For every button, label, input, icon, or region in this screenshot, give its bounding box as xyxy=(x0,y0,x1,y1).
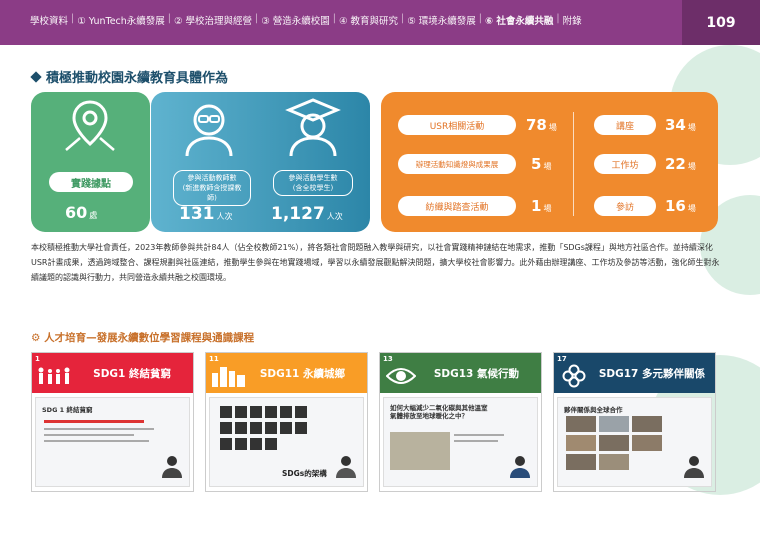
activity-label-exhibit: 辦理活動知識燈與成果展 xyxy=(398,154,516,174)
activity-label-visit: 參訪 xyxy=(594,196,656,216)
course-title: SDG13 氣候行動 xyxy=(433,367,519,380)
student-count: 1,127 人次 xyxy=(271,204,343,224)
page-number: 109 xyxy=(682,0,760,45)
section-title: 積極推動校園永續教育具體作為 xyxy=(30,67,229,86)
sdg-number: 17 xyxy=(557,355,567,363)
course-title: SDG17 多元夥伴關係 xyxy=(598,367,705,380)
nav-item-governance[interactable]: ② 學校治理與經營 xyxy=(174,13,252,27)
nav-item-campus[interactable]: ③ 營造永續校園 xyxy=(261,13,330,27)
slide-line xyxy=(454,440,498,442)
chapter-nav: 學校資料 | ① YunTech永續發展 | ② 學校治理與經營 | ③ 營造永續校園… xyxy=(30,13,582,27)
nav-item-social-active[interactable]: ⑥ 社會永續共融 xyxy=(485,13,553,27)
slide-caption: SDGs的架構 xyxy=(282,469,327,478)
field-stat-box: 實踐據點 60 處 xyxy=(31,92,150,232)
slide-line xyxy=(44,428,154,430)
course-header: 17 SDG17 多元夥伴關係 xyxy=(554,353,715,393)
slide-line xyxy=(44,440,149,442)
course-card-sdg11[interactable]: 11 SDG11 永續城鄉 SDGs的架構 xyxy=(205,352,368,492)
course-header: 1 SDG1 終結貧窮 xyxy=(32,353,193,393)
activity-value-workshop: 22 場 xyxy=(665,155,696,173)
nav-item-appendix[interactable]: 附錄 xyxy=(563,13,582,27)
course-header: 11 SDG11 永續城鄉 xyxy=(206,353,367,393)
activity-label-usr: USR相關活動 xyxy=(398,115,516,135)
course-slide-thumbnail: SDG 1 終結貧窮 xyxy=(35,397,190,487)
presenter-avatar xyxy=(684,456,704,478)
nav-item-school-info[interactable]: 學校資料 xyxy=(30,13,68,27)
course-card-sdg17[interactable]: 17 SDG17 多元夥伴關係 夥伴關係與全球合作 xyxy=(553,352,716,492)
participant-stat-box: 參與活動教師數 (新進教師含授課教師) 參與活動學生數 (含全校學生) 131 人次 … xyxy=(151,92,370,232)
activity-value-lecture: 34 場 xyxy=(665,116,696,134)
activity-label-lecture: 講座 xyxy=(594,115,656,135)
subsection-title-text: 人才培育—發展永續數位學習課程與通識課程 xyxy=(44,332,255,344)
course-title: SDG1 終結貧窮 xyxy=(93,367,171,380)
subsection-title: ⚙ 人才培育—發展永續數位學習課程與通識課程 xyxy=(31,330,254,345)
sdg-number: 13 xyxy=(383,355,393,363)
activity-value-usr: 78 場 xyxy=(526,116,557,134)
city-icon xyxy=(212,367,245,387)
sdg-number: 1 xyxy=(35,355,40,363)
course-slide-thumbnail: 夥伴關係與全球合作 xyxy=(557,397,712,487)
body-paragraph: 本校積極推動大學社會責任，2023年教師參與共計84人（佔全校教師21%），將各… xyxy=(31,243,720,282)
slide-title: SDG 1 終結貧窮 xyxy=(42,406,93,414)
slide-line xyxy=(44,420,144,423)
nav-item-yuntech[interactable]: ① YunTech永續發展 xyxy=(77,13,165,27)
activity-label-workshop: 工作坊 xyxy=(594,154,656,174)
nav-item-education[interactable]: ④ 教育與研究 xyxy=(339,13,398,27)
gear-icon: ⚙ xyxy=(31,332,41,344)
graduate-icon xyxy=(285,98,341,157)
course-slide-thumbnail: 如何大幅減少二氧化碳與其他溫室氣體排放至地球暖化之中？ xyxy=(383,397,538,487)
teacher-caption: 參與活動教師數 (新進教師含授課教師) xyxy=(173,170,251,206)
activity-stat-box: USR相關活動 78 場 辦理活動知識燈與成果展 5場 紡織與踏查活動 1場 講座… xyxy=(381,92,718,232)
teacher-count: 131 人次 xyxy=(179,204,233,224)
divider xyxy=(573,112,574,216)
diamond-icon xyxy=(30,70,42,83)
map-pin-icon xyxy=(65,100,115,151)
family-icon xyxy=(38,367,70,384)
slide-line xyxy=(454,434,504,436)
partnership-flower-icon xyxy=(562,364,586,388)
nav-item-environment[interactable]: ⑤ 環境永續發展 xyxy=(407,13,476,27)
eye-globe-icon xyxy=(386,368,416,384)
presenter-avatar xyxy=(510,456,530,478)
course-header: 13 SDG13 氣候行動 xyxy=(380,353,541,393)
course-slide-thumbnail: SDGs的架構 xyxy=(209,397,364,487)
presenter-avatar xyxy=(336,456,356,478)
section-title-text: 積極推動校園永續教育具體作為 xyxy=(46,71,229,86)
top-header-bar: 學校資料 | ① YunTech永續發展 | ② 學校治理與經營 | ③ 營造永續校園… xyxy=(0,0,760,45)
student-caption: 參與活動學生數 (含全校學生) xyxy=(273,170,353,196)
course-card-sdg13[interactable]: 13 SDG13 氣候行動 如何大幅減少二氧化碳與其他溫室氣體排放至地球暖化之中… xyxy=(379,352,542,492)
slide-title: 如何大幅減少二氧化碳與其他溫室氣體排放至地球暖化之中？ xyxy=(390,404,488,420)
course-title: SDG11 永續城鄉 xyxy=(259,367,345,380)
sdg-number: 11 xyxy=(209,355,219,363)
slide-line xyxy=(44,434,134,436)
slide-title: 夥伴關係與全球合作 xyxy=(564,406,623,414)
activity-label-survey: 紡織與踏查活動 xyxy=(398,196,516,216)
presenter-avatar xyxy=(162,456,182,478)
activity-value-exhibit: 5場 xyxy=(531,155,552,173)
activity-value-visit: 16 場 xyxy=(665,197,696,215)
sdg-icons-grid xyxy=(220,406,307,450)
slide-photo xyxy=(390,432,450,470)
activity-value-survey: 1場 xyxy=(531,197,552,215)
course-card-sdg1[interactable]: 1 SDG1 終結貧窮 SDG 1 終結貧窮 xyxy=(31,352,194,492)
photo-collage xyxy=(566,416,662,470)
teacher-icon xyxy=(185,104,233,157)
field-stat-label: 實踐據點 xyxy=(49,172,133,192)
field-stat-value: 60 處 xyxy=(65,203,98,222)
